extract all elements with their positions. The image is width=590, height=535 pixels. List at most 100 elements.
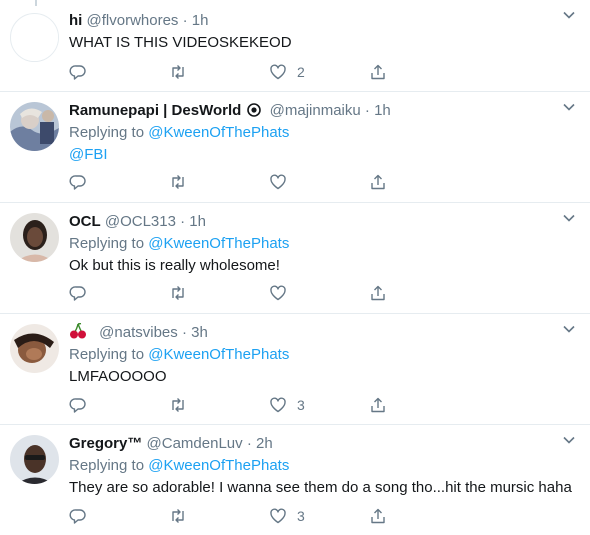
replying-to-label: Replying to xyxy=(69,235,145,252)
separator-dot: · xyxy=(181,324,187,341)
share-icon xyxy=(371,508,385,524)
like-count: 3 xyxy=(297,508,305,524)
display-name[interactable]: Gregory™ xyxy=(69,435,142,452)
retweet-icon xyxy=(172,175,184,189)
retweet-button[interactable] xyxy=(169,394,197,416)
retweet-button[interactable] xyxy=(169,282,197,304)
heart-icon xyxy=(270,397,286,413)
like-count: 3 xyxy=(297,397,305,413)
display-name[interactable]: hi xyxy=(69,12,82,29)
replying-to: Replying to @KweenOfThePhats xyxy=(69,345,570,365)
replying-to: Replying to @KweenOfThePhats xyxy=(69,234,570,254)
retweet-icon xyxy=(172,509,184,523)
share-button[interactable] xyxy=(369,61,387,83)
display-name[interactable]: Ramunepapi | DesWorld xyxy=(69,102,241,119)
tweet-header: hi @flvorwhores · 1h xyxy=(69,11,570,31)
tweet-text: Ok but this is really wholesome! xyxy=(69,257,280,274)
tweet-text: WHAT IS THIS VIDEOSKEKEOD xyxy=(69,34,292,51)
replying-to-mention[interactable]: @KweenOfThePhats xyxy=(148,346,289,363)
timestamp[interactable]: 2h xyxy=(256,435,273,452)
tweet-actions: 3 xyxy=(69,505,469,527)
avatar[interactable] xyxy=(10,324,59,373)
heart-icon xyxy=(270,174,286,190)
tweet-actions: 3 xyxy=(69,394,469,416)
replying-to-mention[interactable]: @KweenOfThePhats xyxy=(148,124,289,141)
retweet-button[interactable] xyxy=(169,505,197,527)
chevron-down-icon[interactable] xyxy=(560,431,578,449)
retweet-icon xyxy=(172,65,184,79)
tweet-text: LMFAOOOOO xyxy=(69,368,167,385)
user-handle[interactable]: @CamdenLuv xyxy=(147,435,243,452)
reply-button[interactable] xyxy=(69,282,97,304)
reply-button[interactable] xyxy=(69,505,97,527)
avatar[interactable] xyxy=(10,102,59,151)
tweet-actions: 2 xyxy=(69,61,469,83)
user-handle[interactable]: @OCL313 xyxy=(105,213,176,230)
reply-icon xyxy=(69,65,86,80)
tweet-text: They are so adorable! I wanna see them d… xyxy=(69,479,572,496)
tweet-header: Gregory™ @CamdenLuv · 2h xyxy=(69,434,570,454)
like-button[interactable]: 3 xyxy=(269,394,305,416)
cherry-emoji-icon xyxy=(70,323,86,339)
reply-button[interactable] xyxy=(69,394,97,416)
reply-icon xyxy=(69,398,86,413)
tweet-header: @natsvibes · 3h xyxy=(69,323,570,343)
timestamp[interactable]: 3h xyxy=(191,324,208,341)
replying-to-label: Replying to xyxy=(69,457,145,474)
tweet[interactable]: Ramunepapi | DesWorld @majinmaiku · 1h R… xyxy=(0,92,590,203)
separator-dot: · xyxy=(246,435,252,452)
reply-button[interactable] xyxy=(69,61,97,83)
timestamp[interactable]: 1h xyxy=(192,12,209,29)
replying-to-label: Replying to xyxy=(69,124,145,141)
user-handle[interactable]: @majinmaiku xyxy=(270,102,361,119)
avatar[interactable] xyxy=(10,435,59,484)
chevron-down-icon[interactable] xyxy=(560,209,578,227)
separator-dot: · xyxy=(182,12,188,29)
tweet-header: OCL @OCL313 · 1h xyxy=(69,212,570,232)
retweet-button[interactable] xyxy=(169,171,197,193)
share-icon xyxy=(371,397,385,413)
share-icon xyxy=(371,285,385,301)
share-button[interactable] xyxy=(369,505,387,527)
like-button[interactable]: 3 xyxy=(269,505,305,527)
like-button[interactable] xyxy=(269,282,297,304)
like-button[interactable] xyxy=(269,171,297,193)
reply-icon xyxy=(69,286,86,301)
timestamp[interactable]: 1h xyxy=(374,102,391,119)
share-button[interactable] xyxy=(369,394,387,416)
user-handle[interactable]: @flvorwhores xyxy=(87,12,179,29)
circle-badge-icon xyxy=(247,103,262,117)
tweet[interactable]: hi @flvorwhores · 1h WHAT IS THIS VIDEOS… xyxy=(0,0,590,92)
timestamp[interactable]: 1h xyxy=(189,213,206,230)
user-handle[interactable]: @natsvibes xyxy=(99,324,178,341)
share-icon xyxy=(371,64,385,80)
display-name[interactable]: OCL xyxy=(69,213,101,230)
replying-to-label: Replying to xyxy=(69,346,145,363)
like-button[interactable]: 2 xyxy=(269,61,305,83)
retweet-icon xyxy=(172,286,184,300)
replying-to-mention[interactable]: @KweenOfThePhats xyxy=(148,457,289,474)
retweet-button[interactable] xyxy=(169,61,197,83)
tweet[interactable]: OCL @OCL313 · 1h Replying to @KweenOfThe… xyxy=(0,203,590,314)
reply-icon xyxy=(69,509,86,524)
separator-dot: · xyxy=(180,213,186,230)
tweet[interactable]: Gregory™ @CamdenLuv · 2h Replying to @Kw… xyxy=(0,425,590,535)
heart-icon xyxy=(270,508,286,524)
reply-button[interactable] xyxy=(69,171,97,193)
replying-to-mention[interactable]: @KweenOfThePhats xyxy=(148,235,289,252)
tweet[interactable]: @natsvibes · 3h Replying to @KweenOfTheP… xyxy=(0,314,590,425)
retweet-icon xyxy=(172,398,184,412)
chevron-down-icon[interactable] xyxy=(560,98,578,116)
share-button[interactable] xyxy=(369,282,387,304)
share-button[interactable] xyxy=(369,171,387,193)
share-icon xyxy=(371,174,385,190)
chevron-down-icon[interactable] xyxy=(560,320,578,338)
tweet-text[interactable]: @FBI xyxy=(69,145,570,165)
chevron-down-icon[interactable] xyxy=(560,6,578,24)
replying-to: Replying to @KweenOfThePhats xyxy=(69,123,570,143)
tweet-actions xyxy=(69,171,469,193)
avatar[interactable] xyxy=(10,13,59,62)
avatar[interactable] xyxy=(10,213,59,262)
tweet-header: Ramunepapi | DesWorld @majinmaiku · 1h xyxy=(69,101,570,121)
like-count: 2 xyxy=(297,64,305,80)
